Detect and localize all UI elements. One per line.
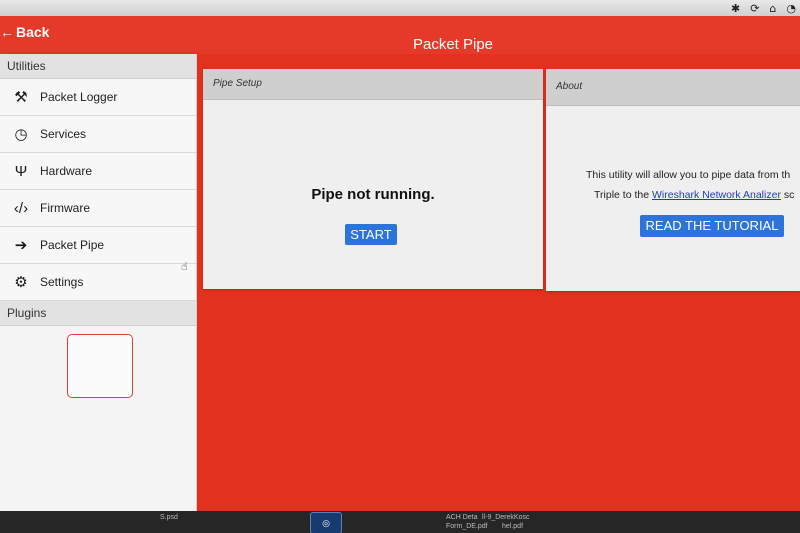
sidebar-item-packet-logger[interactable]: ⚒ Packet Logger xyxy=(0,79,196,116)
about-line-2-prefix: Triple to the xyxy=(594,189,652,201)
title-bar: ← Back Packet Pipe xyxy=(0,16,800,54)
code-icon: ‹/› xyxy=(13,199,29,217)
about-line-1: This utility will allow you to pipe data… xyxy=(586,169,791,181)
usb-icon: Ψ xyxy=(14,162,28,180)
dock-file-label[interactable]: Form_DE.pdf xyxy=(446,523,488,530)
about-panel: About This utility will allow you to pip… xyxy=(546,69,800,291)
dock-file-label[interactable]: ACH Deta xyxy=(446,514,478,521)
sidebar-item-label: Services xyxy=(40,127,87,141)
arrow-right-icon: ➔ xyxy=(14,237,28,254)
sidebar-item-firmware[interactable]: ‹/› Firmware xyxy=(0,190,196,227)
dock-file-label[interactable]: S.psd xyxy=(160,514,178,521)
pipe-status-text: Pipe not running. xyxy=(311,186,435,203)
sidebar-item-label: Packet Pipe xyxy=(40,238,105,252)
tools-icon: ⚒ xyxy=(14,89,28,106)
sidebar-item-services[interactable]: ◷ Services xyxy=(0,116,196,153)
sidebar-item-packet-pipe[interactable]: ➔ Packet Pipe xyxy=(0,227,196,264)
sidebar-item-label: Hardware xyxy=(40,164,93,178)
dock-file-label[interactable]: hel.pdf xyxy=(502,523,523,530)
about-line-2: Triple to the Wireshark Network Analizer… xyxy=(546,189,800,201)
page-title: Packet Pipe xyxy=(412,36,494,53)
sync-icon[interactable]: ⟳ xyxy=(750,2,759,15)
wifi-icon[interactable]: ◔ xyxy=(786,2,796,15)
about-line-2-suffix: sc xyxy=(780,189,795,201)
hand-cursor-icon: ☝ xyxy=(181,260,188,273)
gear-icon: ⚙ xyxy=(14,274,28,291)
read-tutorial-button[interactable]: READ THE TUTORIAL xyxy=(640,215,784,237)
os-menubar: ✱ ⟳ ⌂ ◔ xyxy=(0,0,800,16)
bluetooth-icon[interactable]: ✱ xyxy=(731,2,740,15)
sidebar-item-label: Packet Logger xyxy=(40,90,118,104)
utilities-header: Utilities xyxy=(0,54,196,79)
sidebar: Utilities ⚒ Packet Logger ◷ Services Ψ H… xyxy=(0,54,197,511)
wireshark-link[interactable]: Wireshark Network Analizer xyxy=(652,189,781,201)
sidebar-item-label: Firmware xyxy=(40,201,90,215)
plugins-header: Plugins xyxy=(0,301,196,326)
plugin-tile[interactable] xyxy=(67,334,133,398)
os-status-icons: ✱ ⟳ ⌂ ◔ xyxy=(731,0,796,16)
main-content: Pipe Setup Pipe not running. START About… xyxy=(197,54,800,511)
sidebar-item-settings[interactable]: ⚙ Settings xyxy=(0,264,196,301)
app-window: ← Back Packet Pipe Utilities ⚒ Packet Lo… xyxy=(0,16,800,511)
os-dock: S.psd ◎ ACH Deta Form_DE.pdf ll-9_DerekK… xyxy=(0,511,800,533)
sidebar-item-label: Settings xyxy=(40,275,84,289)
pipe-setup-header: Pipe Setup xyxy=(203,69,543,100)
app-icon[interactable]: ◎ xyxy=(310,512,342,533)
screen: ✱ ⟳ ⌂ ◔ ← Back Packet Pipe Utilities ⚒ P… xyxy=(0,0,800,533)
pipe-setup-panel: Pipe Setup Pipe not running. START xyxy=(203,69,543,289)
dock-file-label[interactable]: ll-9_DerekKosc xyxy=(482,514,529,521)
gauge-icon: ◷ xyxy=(14,126,28,143)
about-header: About xyxy=(546,69,800,106)
home-icon[interactable]: ⌂ xyxy=(769,2,776,15)
sidebar-item-hardware[interactable]: Ψ Hardware xyxy=(0,153,196,190)
start-button[interactable]: START xyxy=(345,224,397,245)
